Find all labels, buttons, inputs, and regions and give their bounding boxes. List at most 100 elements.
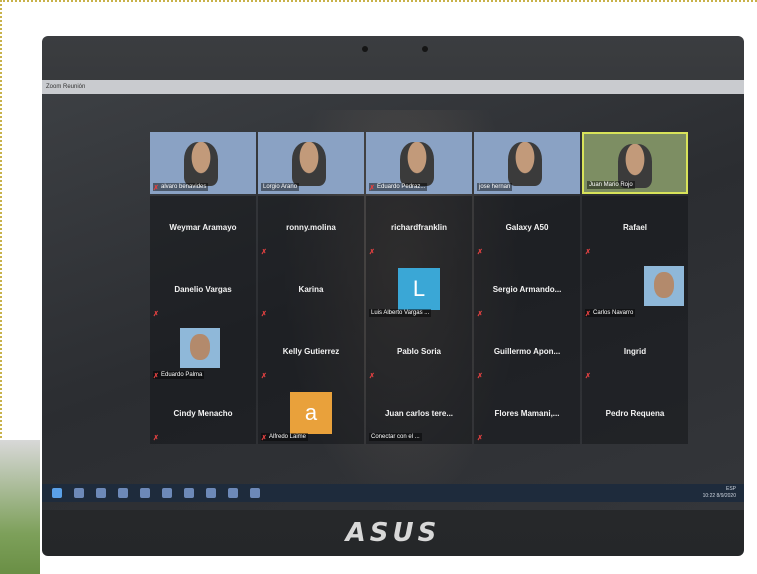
participant-tile[interactable]: alvaro benavides ✗ [150, 132, 256, 194]
mail-icon[interactable] [140, 488, 150, 498]
mic-off-icon: ✗ [477, 311, 483, 318]
participant-tile[interactable]: Kelly Gutierrez ✗ [258, 320, 364, 382]
windows-start-icon[interactable] [52, 488, 62, 498]
edge-icon[interactable] [206, 488, 216, 498]
participant-name: Rafael [622, 222, 647, 232]
participant-profile-photo [644, 266, 684, 306]
participant-row: Cindy Menacho ✗ a Alfredo Laime ✗ Juan carlos… [150, 382, 700, 444]
participant-name: Kelly Gutierrez [282, 346, 340, 356]
mic-off-icon: ✗ [261, 249, 267, 256]
tray-date: 8/9/2020 [716, 493, 736, 499]
participant-name-tag: Juan Mario Rojo [587, 181, 635, 189]
participant-tile[interactable]: Flores Mamani,... ✗ [474, 382, 580, 444]
tray-time: 10:22 [702, 493, 716, 499]
mic-off-icon: ✗ [153, 435, 159, 442]
participant-name: Galaxy A50 [505, 222, 549, 232]
participant-tile[interactable]: Eduardo Pedraz... ✗ [366, 132, 472, 194]
participant-tile[interactable]: Weymar Aramayo [150, 196, 256, 258]
camera-dot-icon [362, 46, 368, 52]
tray-language[interactable]: ESP [726, 486, 736, 492]
participant-name: Danelio Vargas [174, 284, 232, 294]
participant-tile[interactable]: Eduardo Palma ✗ [150, 320, 256, 382]
participant-name: Sergio Armando... [492, 284, 562, 294]
laptop-brand-logo: ASUS [345, 518, 441, 548]
mic-off-icon: ✗ [585, 373, 591, 380]
participant-name: Karina [298, 284, 324, 294]
participant-tile[interactable]: Danelio Vargas ✗ [150, 258, 256, 320]
participant-tile[interactable]: Ingrid ✗ [582, 320, 688, 382]
participant-video [508, 142, 542, 186]
participant-name-tag: alvaro benavides [153, 183, 209, 191]
participant-name: Ingrid [623, 346, 647, 356]
participant-tile[interactable]: Karina ✗ [258, 258, 364, 320]
participant-name-tag: Carlos Navarro [585, 309, 636, 317]
participant-name-tag: Eduardo Pedraz... [369, 183, 428, 191]
chrome-icon[interactable] [184, 488, 194, 498]
participant-video [292, 142, 326, 186]
participant-tile[interactable]: Rafael ✗ [582, 196, 688, 258]
participant-tile[interactable]: jose hernan [474, 132, 580, 194]
mic-off-icon: ✗ [369, 249, 375, 256]
participant-tile[interactable]: Sergio Armando... ✗ [474, 258, 580, 320]
participant-tile[interactable]: Guillermo Apon... ✗ [474, 320, 580, 382]
system-tray[interactable]: ESP 10:22 8/9/2020 [703, 486, 736, 500]
mic-off-icon: ✗ [477, 435, 483, 442]
participant-tile[interactable]: Galaxy A50 ✗ [474, 196, 580, 258]
mic-off-icon: ✗ [369, 185, 375, 192]
participant-tile[interactable]: ronny.molina ✗ [258, 196, 364, 258]
search-icon[interactable] [74, 488, 84, 498]
mic-off-icon: ✗ [369, 373, 375, 380]
participant-name: Guillermo Apon... [493, 346, 561, 356]
participant-letter-avatar: a [290, 392, 332, 434]
mic-off-icon: ✗ [153, 373, 159, 380]
participant-tile[interactable]: a Alfredo Laime ✗ [258, 382, 364, 444]
participant-name: Juan carlos tere... [384, 408, 454, 418]
background-foliage [0, 440, 40, 574]
file-explorer-icon[interactable] [118, 488, 128, 498]
chat-icon[interactable] [228, 488, 238, 498]
participant-video [184, 142, 218, 186]
mic-off-icon: ✗ [477, 249, 483, 256]
participant-row: Eduardo Palma ✗ Kelly Gutierrez ✗ Pablo Sori… [150, 320, 700, 382]
participant-name-tag: Lorgio Arano [261, 183, 300, 191]
participant-profile-photo [180, 328, 220, 368]
participant-name-tag: Luis Alberto Vargas ... [369, 309, 432, 317]
participant-name: richardfranklin [390, 222, 447, 232]
window-titlebar: Zoom Reunión [42, 80, 744, 94]
participant-tile[interactable]: Juan carlos tere... Conectar con el ... [366, 382, 472, 444]
participant-tile[interactable]: Pablo Soria ✗ [366, 320, 472, 382]
mic-off-icon: ✗ [585, 249, 591, 256]
participant-tile[interactable]: Carlos Navarro ✗ [582, 258, 688, 320]
participant-name: ronny.molina [286, 222, 336, 232]
participant-row: Danelio Vargas ✗ Karina ✗ L Luis Alberto Varg… [150, 258, 700, 320]
mic-off-icon: ✗ [261, 435, 267, 442]
participant-name-tag: jose hernan [477, 183, 513, 191]
participant-tile[interactable]: Juan Mario Rojo [582, 132, 688, 194]
participant-name: Flores Mamani,... [494, 408, 560, 418]
participant-row: alvaro benavides ✗ Lorgio Arano Eduardo Ped… [150, 132, 700, 194]
zoom-icon[interactable] [250, 488, 260, 498]
laptop: Zoom Reunión alvaro benavides ✗ Lorgio Ara… [42, 36, 744, 556]
participant-name: Pedro Requena [605, 408, 665, 418]
participant-tile[interactable]: richardfranklin ✗ [366, 196, 472, 258]
mic-off-icon: ✗ [153, 311, 159, 318]
participant-tile[interactable]: Pedro Requena [582, 382, 688, 444]
participant-tile[interactable]: Cindy Menacho ✗ [150, 382, 256, 444]
mic-off-icon: ✗ [585, 311, 591, 318]
webcam-icon [422, 46, 428, 52]
participant-tile[interactable]: L Luis Alberto Vargas ... [366, 258, 472, 320]
mic-off-icon: ✗ [261, 373, 267, 380]
mic-off-icon: ✗ [261, 311, 267, 318]
participant-video [400, 142, 434, 186]
task-view-icon[interactable] [96, 488, 106, 498]
windows-taskbar: ESP 10:22 8/9/2020 [42, 484, 744, 502]
store-icon[interactable] [162, 488, 172, 498]
participant-status: Conectar con el ... [369, 433, 422, 441]
mic-off-icon: ✗ [153, 185, 159, 192]
participant-name: Cindy Menacho [173, 408, 233, 418]
participant-tile[interactable]: Lorgio Arano [258, 132, 364, 194]
mic-off-icon: ✗ [477, 373, 483, 380]
laptop-screen: Zoom Reunión alvaro benavides ✗ Lorgio Ara… [42, 80, 744, 510]
participant-letter-avatar: L [398, 268, 440, 310]
participant-row: Weymar Aramayo ronny.molina ✗ richardfrankl… [150, 196, 700, 258]
